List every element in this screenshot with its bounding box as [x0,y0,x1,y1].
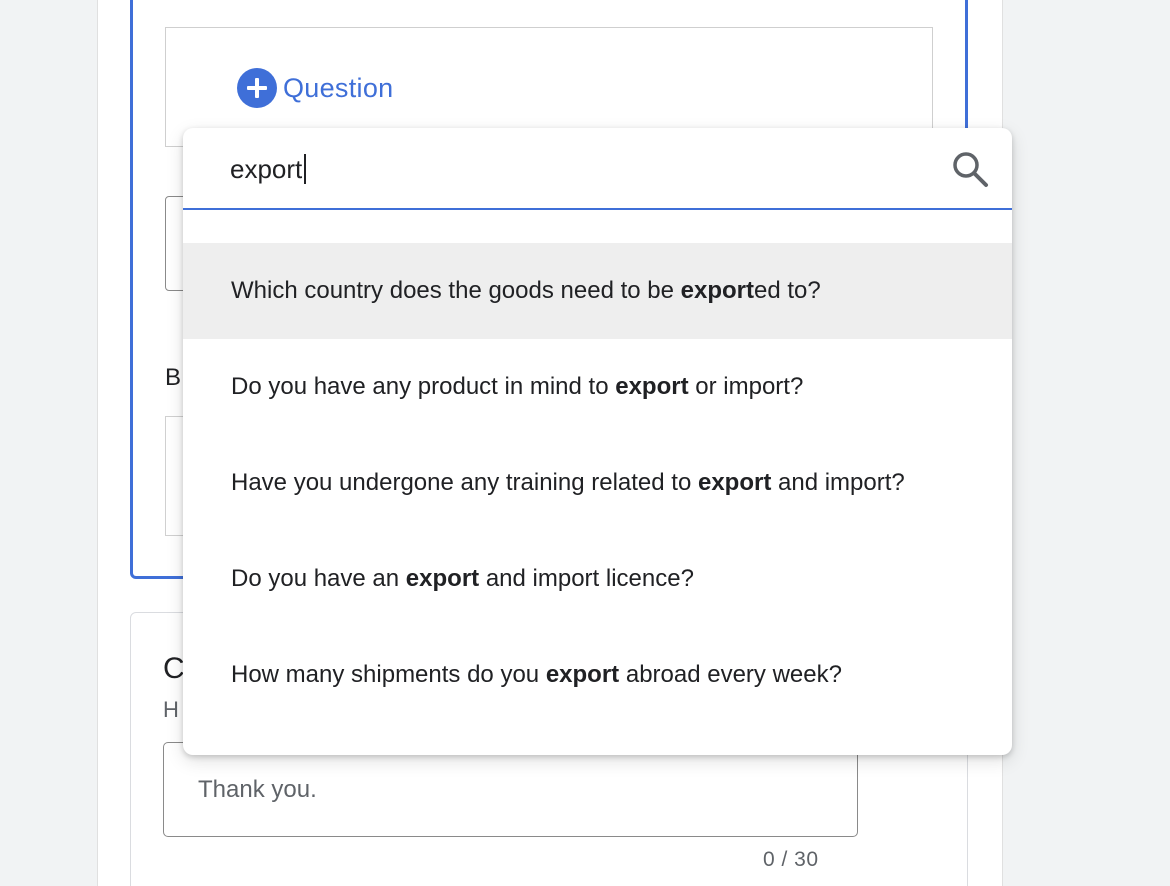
search-input[interactable] [230,146,930,192]
result-text-after: abroad every week? [619,661,842,688]
result-text-before: How many shipments do you [231,661,546,688]
obscured-section-label: B [165,364,182,391]
result-text-before: Do you have an [231,565,406,592]
search-icon[interactable] [950,149,990,189]
search-result-item[interactable]: How many shipments do you export abroad … [183,627,1012,723]
result-match-highlight: export [680,277,754,304]
question-search-dropdown: Which country does the goods need to be … [183,128,1012,755]
result-text-after: and import licence? [479,565,694,592]
search-result-item[interactable]: Have you undergone any training related … [183,435,1012,531]
result-text-after: ed to? [753,277,821,304]
plus-circle-icon [237,68,277,108]
search-row [183,128,1012,210]
closing-card-title: C [163,652,185,685]
result-match-highlight: export [545,661,620,688]
page: Question B C H Thank you. 0 / 30 Which c… [0,0,1170,886]
add-question-button[interactable]: Question [237,68,393,108]
text-caret [304,154,306,184]
character-counter: 0 / 30 [763,848,819,871]
search-result-item[interactable]: Do you have any product in mind to expor… [183,339,1012,435]
result-text-before: Do you have any product in mind to [231,373,616,400]
add-question-label: Question [283,72,394,103]
result-match-highlight: export [615,373,689,400]
result-text-after: and import? [771,469,905,496]
result-text-after: or import? [688,373,804,400]
result-text-before: Which country does the goods need to be [231,277,681,304]
search-result-item[interactable]: Do you have an export and import licence… [183,531,1012,627]
result-match-highlight: export [697,469,772,496]
search-results-list: Which country does the goods need to be … [183,243,1012,723]
result-text-before: Have you undergone any training related … [231,469,698,496]
result-match-highlight: export [405,565,480,592]
closing-message-input[interactable]: Thank you. [163,742,858,837]
closing-message-placeholder: Thank you. [198,775,317,803]
closing-card-subtitle: H [163,697,179,722]
search-result-item[interactable]: Which country does the goods need to be … [183,243,1012,339]
